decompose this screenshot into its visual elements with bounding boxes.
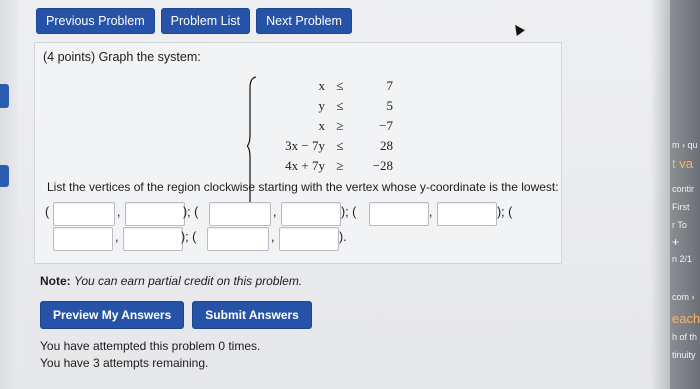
inequality-system: x ≤ 7 y ≤ 5 x ≥ −7 3x − 7y ≤ 28 4x + 7y [247,76,407,219]
inequality-relation: ≤ [336,138,344,153]
vertex-4-x-input[interactable] [53,227,113,251]
vertex-2-x-input[interactable] [209,202,271,226]
inequality-relation: ≥ [336,158,344,173]
vertex-1-x-input[interactable] [53,202,115,226]
edge-text: contir [672,184,695,194]
problem-list-button[interactable]: Problem List [160,8,251,34]
comma: , [429,205,433,219]
comma: , [273,205,277,219]
edge-text: n 2/1 [672,254,693,264]
inequality-relation: ≤ [336,78,344,93]
left-tab-marker [0,165,9,187]
inequality-lhs: y [318,98,326,113]
inequality-rhs: −7 [379,118,393,133]
note: Note: You can earn partial credit on thi… [40,274,302,288]
inequality-row: 4x + 7y ≥ −28 [253,158,403,176]
attempts-made-text: You have attempted this problem 0 times. [40,339,261,353]
mouse-cursor-icon [511,22,525,36]
edge-text: each [672,311,700,326]
background-window-edge: m › qu t va contir First r To + n 2/1 co… [670,0,700,389]
vertex-5-y-input[interactable] [279,227,339,251]
inequality-lhs: x [318,118,326,133]
inequality-rhs: 28 [380,138,393,153]
answer-actions: Preview My Answers Submit Answers [40,301,312,329]
vertex-2-y-input[interactable] [281,202,341,226]
vertex-answer-row: , ); ( , ). [35,227,561,251]
problem-title: (4 points) Graph the system: [43,50,201,64]
inequality-lhs: x [318,78,326,93]
comma: , [115,230,119,244]
comma: , [117,205,121,219]
preview-answers-button[interactable]: Preview My Answers [40,301,185,329]
edge-text: t va [672,156,693,171]
edge-text: m › qu [672,140,698,150]
edge-shadow [650,0,670,389]
inequality-row: 3x − 7y ≤ 28 [253,138,403,156]
vertex-3-y-input[interactable] [437,202,497,226]
separator: ); ( [341,205,357,219]
left-tab-marker [0,84,9,108]
webwork-page: Previous Problem Problem List Next Probl… [0,0,700,389]
edge-text: + [672,235,680,249]
inequality-row: x ≥ −7 [253,118,403,136]
edge-text: h of th [672,332,698,342]
inequality-row: y ≤ 5 [253,98,403,116]
inequality-lhs: 3x − 7y [285,138,325,153]
inequality-relation: ≤ [336,98,344,113]
note-label: Note: [40,274,71,288]
instructions-text: List the vertices of the region clockwis… [47,180,559,194]
close-paren: ). [339,230,347,244]
separator: ); ( [183,205,199,219]
submit-answers-button[interactable]: Submit Answers [192,301,312,329]
separator: ); ( [497,205,513,219]
left-edge [0,0,18,389]
inequality-row: x ≤ 7 [253,78,403,96]
attempts-info: You have attempted this problem 0 times.… [40,338,260,372]
comma: , [271,230,275,244]
edge-text: First [672,202,690,212]
previous-problem-button[interactable]: Previous Problem [36,8,155,34]
vertex-5-x-input[interactable] [207,227,269,251]
inequality-rhs: −28 [372,158,393,173]
separator: ); ( [181,230,197,244]
edge-text: tinuity [672,350,696,360]
vertex-3-x-input[interactable] [369,202,429,226]
vertex-4-y-input[interactable] [123,227,183,251]
inequality-relation: ≥ [336,118,344,133]
open-paren: ( [45,205,50,219]
inequality-rhs: 7 [386,78,394,93]
attempts-remaining-text: You have 3 attempts remaining. [40,356,209,370]
edge-text: r To [672,220,687,230]
vertex-answer-row: ( , ); ( , ); ( , ); ( [35,202,561,226]
vertex-1-y-input[interactable] [125,202,185,226]
inequality-rhs: 5 [386,98,394,113]
note-text: You can earn partial credit on this prob… [74,274,303,288]
problem-navigation: Previous Problem Problem List Next Probl… [36,8,352,34]
edge-text: com › [672,292,695,302]
problem-panel: (4 points) Graph the system: x ≤ 7 y ≤ 5… [34,42,562,264]
next-problem-button[interactable]: Next Problem [256,8,352,34]
inequality-lhs: 4x + 7y [285,158,325,173]
